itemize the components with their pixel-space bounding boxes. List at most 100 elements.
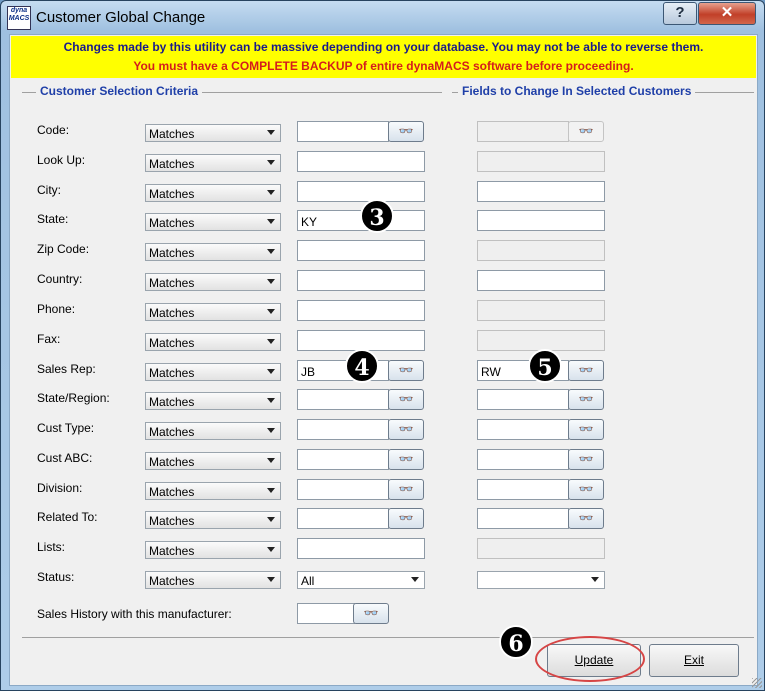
chevron-down-icon [267,219,275,224]
field-label: State: [37,212,69,226]
criteria-value-input[interactable] [297,330,425,351]
criteria-lookup-button[interactable]: 👓 [388,121,424,142]
chevron-down-icon [267,249,275,254]
new-value-lookup-button[interactable]: 👓 [568,449,604,470]
new-value-input[interactable] [477,479,569,500]
new-value-input[interactable] [477,389,569,410]
criteria-lookup-button[interactable]: 👓 [388,360,424,381]
criteria-lookup-button[interactable]: 👓 [388,479,424,500]
new-value-lookup-button[interactable]: 👓 [568,360,604,381]
criteria-value-select[interactable]: All [297,571,425,589]
binoculars-icon: 👓 [398,363,414,377]
chevron-down-icon [267,488,275,493]
update-highlight-ring [535,636,645,682]
operator-select[interactable]: Matches [145,482,281,500]
binoculars-icon: 👓 [578,124,594,138]
new-value-lookup-button[interactable]: 👓 [568,419,604,440]
criteria-value-input[interactable] [297,121,389,142]
sales-history-input[interactable] [297,603,355,624]
new-value-input[interactable] [477,508,569,529]
operator-select[interactable]: Matches [145,422,281,440]
dynamacs-app-icon: dyna MACS [7,6,31,30]
operator-select[interactable]: Matches [145,363,281,381]
binoculars-icon: 👓 [578,511,594,525]
resize-grip[interactable] [752,678,762,688]
chevron-down-icon [591,577,599,582]
chevron-down-icon [267,130,275,135]
criteria-value-input[interactable] [297,270,425,291]
criteria-value-input[interactable] [297,151,425,172]
operator-select[interactable]: Matches [145,541,281,559]
callout-5: 5 [528,349,562,383]
criteria-value-input[interactable] [297,538,425,559]
field-label: Related To: [37,510,98,524]
operator-select[interactable]: Matches [145,511,281,529]
new-value-input[interactable] [477,419,569,440]
operator-select[interactable]: Matches [145,184,281,202]
sales-history-label: Sales History with this manufacturer: [37,607,232,621]
chevron-down-icon [267,309,275,314]
criteria-value-input[interactable] [297,508,389,529]
criteria-value-input[interactable] [297,240,425,261]
exit-button[interactable]: Exit [649,644,739,677]
field-label: Division: [37,481,83,495]
field-label: Lists: [37,540,66,554]
criteria-lookup-button[interactable]: 👓 [388,389,424,410]
field-label: Country: [37,272,83,286]
field-label: Status: [37,570,75,584]
new-value-input[interactable] [477,270,605,291]
binoculars-icon: 👓 [398,422,414,436]
title-bar: dyna MACS Customer Global Change ? ✕ [1,1,764,34]
operator-select[interactable]: Matches [145,124,281,142]
new-value-lookup-button[interactable]: 👓 [568,389,604,410]
callout-4: 4 [345,349,379,383]
new-value-lookup-button[interactable]: 👓 [568,508,604,529]
operator-select[interactable]: Matches [145,154,281,172]
new-value-lookup-button: 👓 [568,121,604,142]
criteria-value-input[interactable] [297,300,425,321]
binoculars-icon: 👓 [363,606,379,620]
field-label: Sales Rep: [37,362,96,376]
binoculars-icon: 👓 [578,452,594,466]
close-button[interactable]: ✕ [698,2,756,25]
criteria-section-title: Customer Selection Criteria [36,84,203,98]
field-label: Zip Code: [37,242,90,256]
field-label: Phone: [37,302,76,316]
field-label: Code: [37,123,70,137]
new-value-input[interactable] [477,449,569,470]
criteria-lookup-button[interactable]: 👓 [388,449,424,470]
operator-select[interactable]: Matches [145,303,281,321]
new-value-input[interactable] [477,181,605,202]
operator-select[interactable]: Matches [145,213,281,231]
criteria-value-input[interactable] [297,479,389,500]
operator-select[interactable]: Matches [145,452,281,470]
operator-select[interactable]: Matches [145,273,281,291]
criteria-lookup-button[interactable]: 👓 [388,508,424,529]
chevron-down-icon [267,577,275,582]
sales-history-lookup-button[interactable]: 👓 [353,603,389,624]
operator-select[interactable]: Matches [145,333,281,351]
criteria-lookup-button[interactable]: 👓 [388,419,424,440]
new-value-input [477,330,605,351]
operator-select[interactable]: Matches [145,392,281,410]
backup-warning-banner: Changes made by this utility can be mass… [11,36,756,78]
operator-select[interactable]: Matches [145,243,281,261]
chevron-down-icon [267,428,275,433]
binoculars-icon: 👓 [398,511,414,525]
new-value-lookup-button[interactable]: 👓 [568,479,604,500]
field-label: Cust ABC: [37,451,93,465]
operator-select[interactable]: Matches [145,571,281,589]
help-button[interactable]: ? [663,2,697,25]
criteria-value-input[interactable] [297,419,389,440]
callout-3: 3 [360,199,394,233]
criteria-value-input[interactable] [297,181,425,202]
new-value-input[interactable] [477,210,605,231]
footer-divider [22,637,754,638]
chevron-down-icon [267,369,275,374]
new-value-input [477,300,605,321]
criteria-value-input[interactable] [297,449,389,470]
criteria-value-input[interactable] [297,389,389,410]
binoculars-icon: 👓 [578,422,594,436]
new-value-select[interactable] [477,571,605,589]
chevron-down-icon [267,458,275,463]
